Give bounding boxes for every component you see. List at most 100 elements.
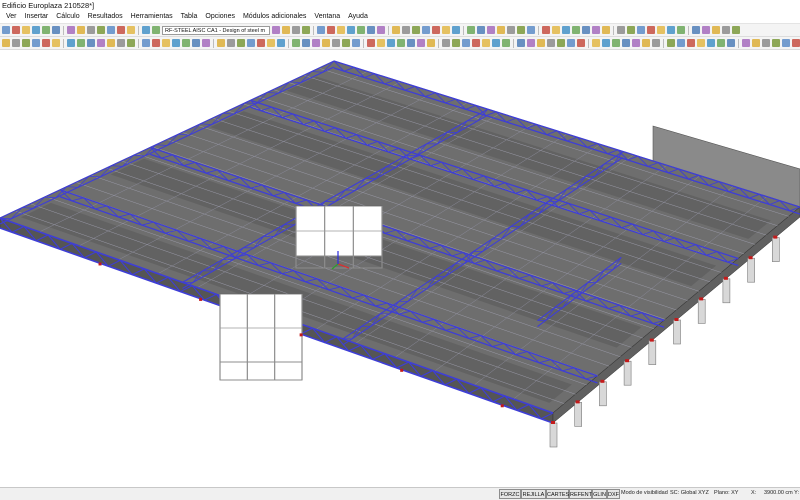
menu-item-7[interactable]: Módulos adicionales	[243, 13, 306, 20]
status-toggle-dxf[interactable]: DXF	[607, 489, 620, 499]
toolbar-button-icon[interactable]	[367, 26, 375, 34]
toolbar-button-icon[interactable]	[292, 26, 300, 34]
toolbar-button-icon[interactable]	[712, 26, 720, 34]
toolbar-button-icon[interactable]	[637, 26, 645, 34]
toolbar-button-icon[interactable]	[572, 26, 580, 34]
status-toggle-forzc[interactable]: FORZC	[499, 489, 521, 499]
toolbar-button-icon[interactable]	[647, 26, 655, 34]
status-toggle-cartes[interactable]: CARTES	[546, 489, 569, 499]
toolbar-button-icon[interactable]	[567, 39, 575, 47]
toolbar-button-icon[interactable]	[342, 39, 350, 47]
toolbar-button-icon[interactable]	[117, 39, 125, 47]
menu-item-2[interactable]: Cálculo	[56, 13, 79, 20]
toolbar-button-icon[interactable]	[322, 39, 330, 47]
toolbar-button-icon[interactable]	[612, 39, 620, 47]
toolbar-button-icon[interactable]	[472, 39, 480, 47]
toolbar-button-icon[interactable]	[427, 39, 435, 47]
module-select[interactable]: RF-STEEL AISC CA1 - Design of steel m	[162, 25, 270, 35]
toolbar-button-icon[interactable]	[2, 26, 10, 34]
menu-item-6[interactable]: Opciones	[205, 13, 235, 20]
toolbar-button-icon[interactable]	[42, 39, 50, 47]
toolbar-button-icon[interactable]	[552, 26, 560, 34]
toolbar-button-icon[interactable]	[172, 39, 180, 47]
toolbar-button-icon[interactable]	[722, 26, 730, 34]
toolbar-button-icon[interactable]	[77, 26, 85, 34]
toolbar-button-icon[interactable]	[272, 26, 280, 34]
toolbar-button-icon[interactable]	[282, 26, 290, 34]
toolbar-button-icon[interactable]	[492, 39, 500, 47]
structure-model-3d[interactable]	[0, 51, 800, 487]
toolbar-button-icon[interactable]	[267, 39, 275, 47]
toolbar-button-icon[interactable]	[32, 39, 40, 47]
toolbar-button-icon[interactable]	[107, 26, 115, 34]
toolbar-button-icon[interactable]	[182, 39, 190, 47]
toolbar-button-icon[interactable]	[487, 26, 495, 34]
toolbar-button-icon[interactable]	[547, 39, 555, 47]
toolbar-button-icon[interactable]	[417, 39, 425, 47]
toolbar-button-icon[interactable]	[422, 26, 430, 34]
toolbar-button-icon[interactable]	[397, 39, 405, 47]
toolbar-button-icon[interactable]	[352, 39, 360, 47]
toolbar-button-icon[interactable]	[762, 39, 770, 47]
toolbar-button-icon[interactable]	[442, 39, 450, 47]
toolbar-button-icon[interactable]	[412, 26, 420, 34]
toolbar-button-icon[interactable]	[217, 39, 225, 47]
toolbar-button-icon[interactable]	[387, 39, 395, 47]
toolbar-button-icon[interactable]	[742, 39, 750, 47]
model-viewport[interactable]	[0, 51, 800, 487]
toolbar-button-icon[interactable]	[782, 39, 790, 47]
toolbar-button-icon[interactable]	[687, 39, 695, 47]
toolbar-button-icon[interactable]	[707, 39, 715, 47]
toolbar-button-icon[interactable]	[192, 39, 200, 47]
toolbar-button-icon[interactable]	[367, 39, 375, 47]
toolbar-button-icon[interactable]	[467, 26, 475, 34]
toolbar-button-icon[interactable]	[32, 26, 40, 34]
toolbar-button-icon[interactable]	[442, 26, 450, 34]
toolbar-button-icon[interactable]	[52, 26, 60, 34]
toolbar-button-icon[interactable]	[402, 26, 410, 34]
toolbar-button-icon[interactable]	[727, 39, 735, 47]
toolbar-button-icon[interactable]	[142, 26, 150, 34]
toolbar-button-icon[interactable]	[617, 26, 625, 34]
toolbar-button-icon[interactable]	[732, 26, 740, 34]
toolbar-button-icon[interactable]	[677, 26, 685, 34]
toolbar-button-icon[interactable]	[667, 26, 675, 34]
toolbar-button-icon[interactable]	[537, 39, 545, 47]
toolbar-button-icon[interactable]	[87, 39, 95, 47]
toolbar-button-icon[interactable]	[2, 39, 10, 47]
toolbar-button-icon[interactable]	[152, 26, 160, 34]
toolbar-button-icon[interactable]	[477, 26, 485, 34]
toolbar-button-icon[interactable]	[452, 39, 460, 47]
toolbar-button-icon[interactable]	[22, 39, 30, 47]
toolbar-button-icon[interactable]	[557, 39, 565, 47]
toolbar-button-icon[interactable]	[42, 26, 50, 34]
toolbar-button-icon[interactable]	[12, 26, 20, 34]
toolbar-button-icon[interactable]	[142, 39, 150, 47]
toolbar-button-icon[interactable]	[527, 26, 535, 34]
toolbar-button-icon[interactable]	[302, 26, 310, 34]
toolbar-button-icon[interactable]	[12, 39, 20, 47]
toolbar-button-icon[interactable]	[507, 26, 515, 34]
toolbar-button-icon[interactable]	[22, 26, 30, 34]
toolbar-button-icon[interactable]	[97, 39, 105, 47]
toolbar-button-icon[interactable]	[302, 39, 310, 47]
toolbar-button-icon[interactable]	[407, 39, 415, 47]
toolbar-button-icon[interactable]	[462, 39, 470, 47]
menu-item-0[interactable]: Ver	[6, 13, 17, 20]
toolbar-button-icon[interactable]	[152, 39, 160, 47]
toolbar-button-icon[interactable]	[107, 39, 115, 47]
toolbar-button-icon[interactable]	[52, 39, 60, 47]
toolbar-button-icon[interactable]	[357, 26, 365, 34]
toolbar-button-icon[interactable]	[772, 39, 780, 47]
toolbar-button-icon[interactable]	[657, 26, 665, 34]
toolbar-button-icon[interactable]	[87, 26, 95, 34]
toolbar-button-icon[interactable]	[602, 26, 610, 34]
toolbar-button-icon[interactable]	[202, 39, 210, 47]
toolbar-button-icon[interactable]	[127, 39, 135, 47]
menu-item-3[interactable]: Resultados	[88, 13, 123, 20]
toolbar-button-icon[interactable]	[97, 26, 105, 34]
status-toggle-rejilla[interactable]: REJILLA	[521, 489, 546, 499]
toolbar-button-icon[interactable]	[752, 39, 760, 47]
menu-item-5[interactable]: Tabla	[181, 13, 198, 20]
toolbar-button-icon[interactable]	[482, 39, 490, 47]
